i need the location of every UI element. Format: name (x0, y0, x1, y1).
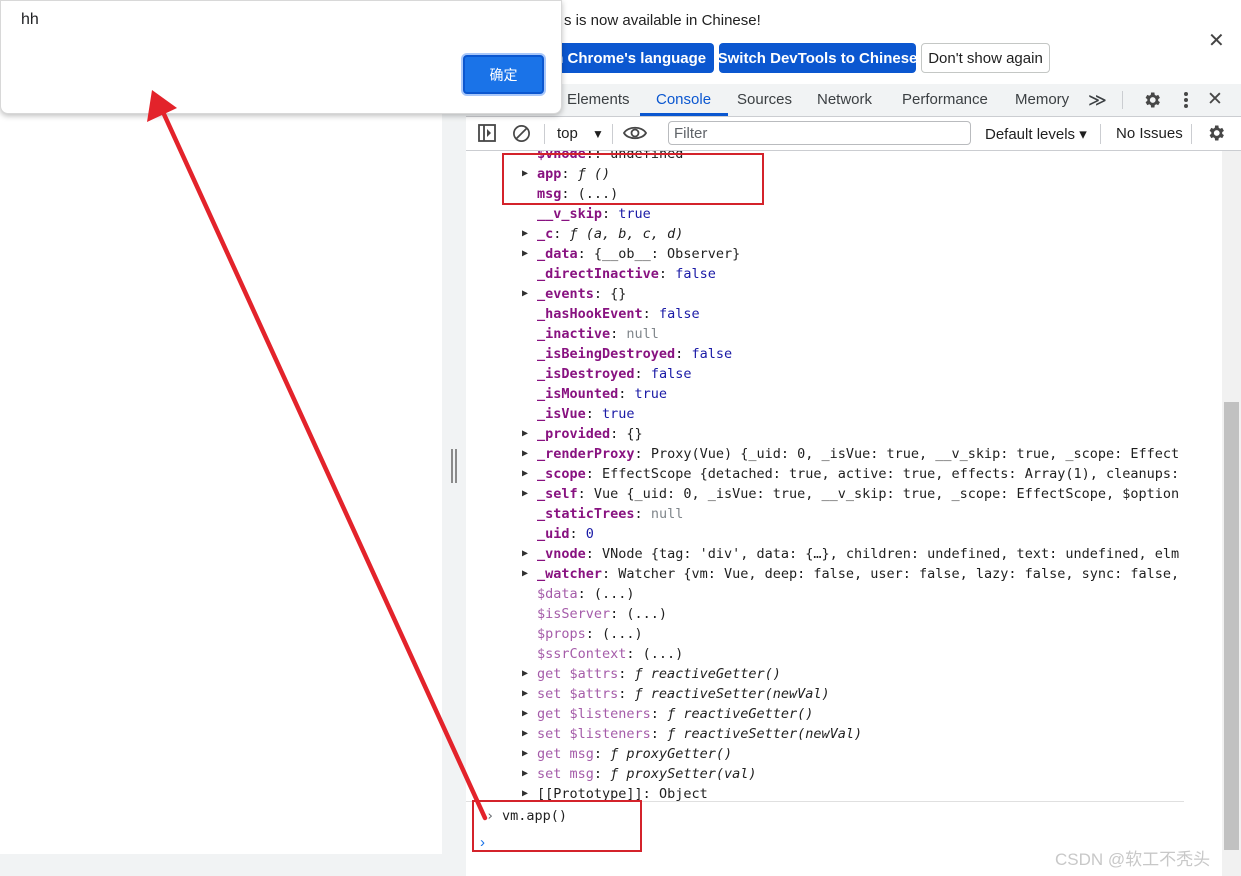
annotation-arrow (147, 90, 488, 821)
